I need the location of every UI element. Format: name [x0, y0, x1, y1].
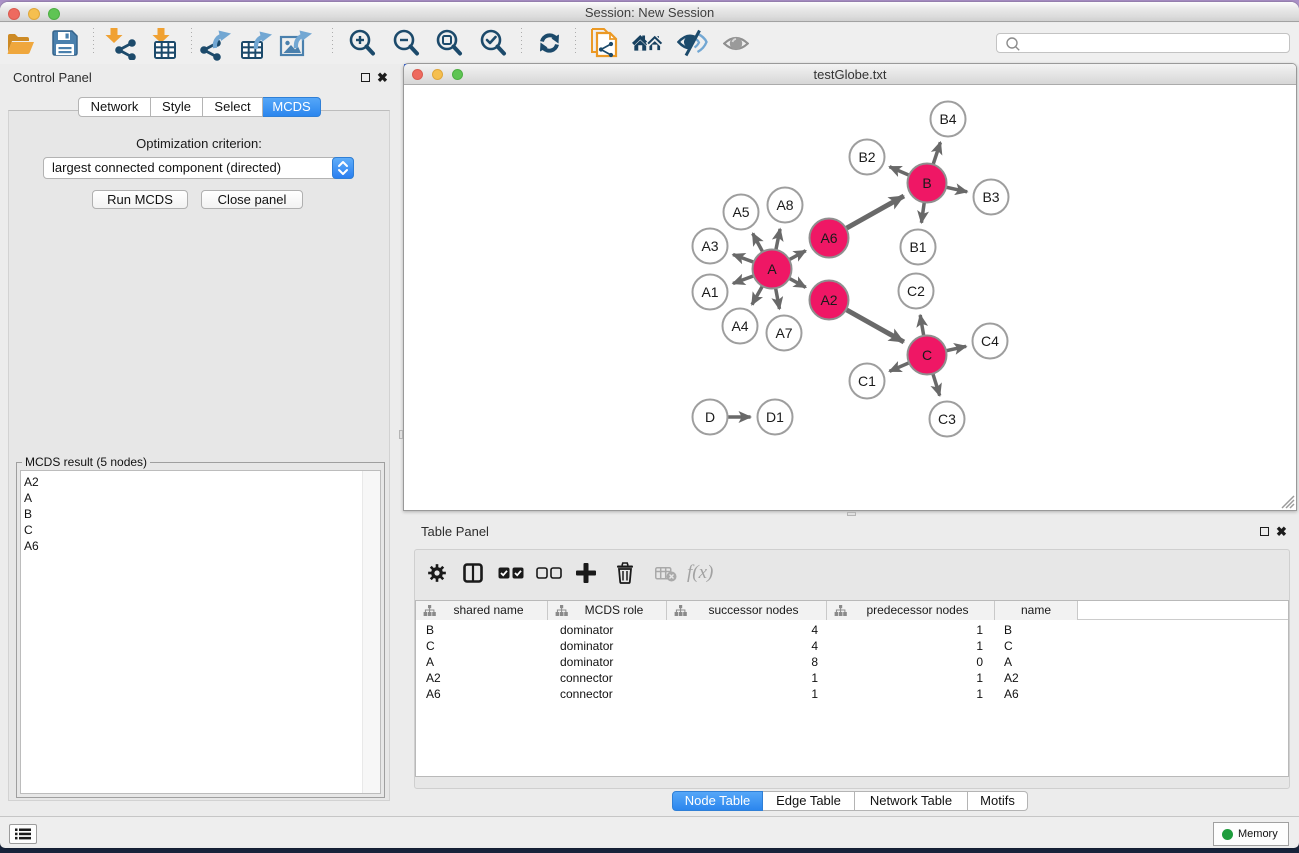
- svg-text:C2: C2: [907, 283, 925, 299]
- svg-text:D: D: [705, 409, 715, 425]
- svg-text:B: B: [922, 175, 931, 191]
- svg-text:C: C: [922, 347, 932, 363]
- svg-text:A: A: [767, 261, 777, 277]
- svg-text:B2: B2: [858, 149, 875, 165]
- svg-text:A4: A4: [731, 318, 748, 334]
- svg-text:B1: B1: [909, 239, 926, 255]
- svg-text:A3: A3: [701, 238, 718, 254]
- svg-text:D1: D1: [766, 409, 784, 425]
- svg-text:B3: B3: [982, 189, 999, 205]
- svg-text:C1: C1: [858, 373, 876, 389]
- svg-text:A5: A5: [732, 204, 749, 220]
- svg-text:A6: A6: [820, 230, 837, 246]
- svg-text:B4: B4: [939, 111, 956, 127]
- svg-text:A8: A8: [776, 197, 793, 213]
- svg-text:A2: A2: [820, 292, 837, 308]
- svg-text:A7: A7: [775, 325, 792, 341]
- svg-text:A1: A1: [701, 284, 718, 300]
- svg-text:C3: C3: [938, 411, 956, 427]
- svg-text:C4: C4: [981, 333, 999, 349]
